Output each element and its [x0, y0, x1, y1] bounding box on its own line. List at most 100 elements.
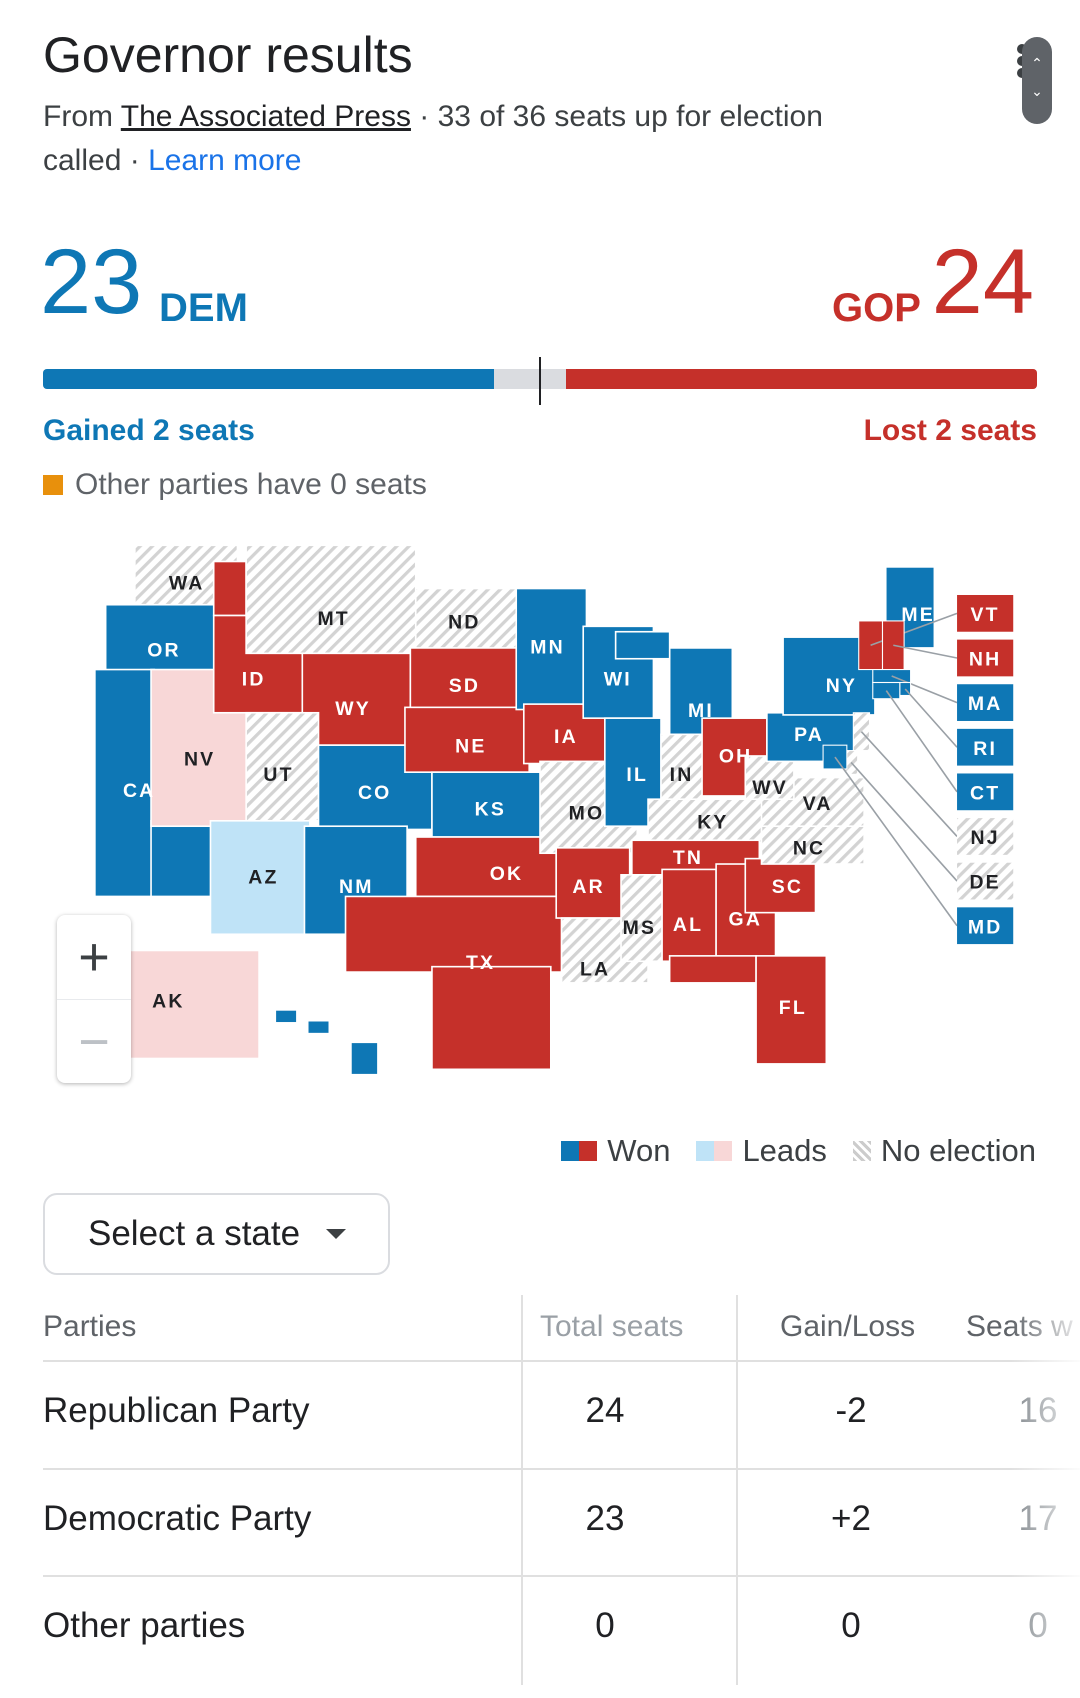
state-label-in: IN: [670, 764, 694, 786]
dem-seat-count: 23: [40, 231, 143, 333]
header-gain-loss[interactable]: Gain/Loss: [780, 1310, 915, 1344]
header-total-seats[interactable]: Total seats: [540, 1310, 683, 1344]
majority-marker: [539, 357, 541, 405]
no-election-swatch: [852, 1141, 871, 1161]
other-swatch: [43, 475, 63, 495]
other-parties-note: Other parties have 0 seats: [43, 468, 427, 502]
dropdown-arrow-icon: [326, 1229, 347, 1239]
won-swatch: [561, 1133, 598, 1169]
state-label-mt: MT: [317, 608, 349, 630]
callout-label-nh: NH: [969, 649, 1001, 671]
chevron-up-icon[interactable]: ⌃: [1022, 55, 1052, 72]
state-label-ak: AK: [152, 991, 184, 1013]
state-tx[interactable]: [344, 895, 563, 973]
callout-line: [860, 731, 958, 838]
state-label-ok: OK: [490, 863, 523, 885]
select-label: Select a state: [88, 1214, 301, 1253]
divider: [43, 1360, 1080, 1362]
party-name: Republican Party: [43, 1391, 310, 1430]
state-mt[interactable]: [245, 544, 417, 655]
state-label-wa: WA: [169, 573, 205, 595]
state-label-ca: CA: [123, 780, 155, 802]
subtitle: From The Associated Press · 33 of 36 sea…: [43, 100, 823, 134]
legend-won: Won: [607, 1133, 671, 1168]
callout-label-ri: RI: [973, 738, 997, 760]
divider: [43, 1468, 1080, 1470]
status-text: · 33 of 36 seats up for election: [419, 100, 823, 133]
map-legend: Won Leads No election: [561, 1133, 1036, 1169]
state-label-tx: TX: [466, 952, 495, 974]
state-label-ny: NY: [826, 675, 857, 697]
divider: [43, 1575, 1080, 1577]
chevron-down-icon[interactable]: ⌄: [1022, 83, 1052, 100]
state-label-wy: WY: [335, 698, 371, 720]
total-seats: 0: [595, 1606, 615, 1645]
state-nh[interactable]: [881, 620, 905, 671]
callout-label-de: DE: [969, 872, 1000, 894]
callout-label-ct: CT: [970, 782, 1000, 804]
state-label-nc: NC: [793, 837, 825, 859]
state-label-nv: NV: [184, 749, 215, 771]
state-label-ut: UT: [263, 764, 293, 786]
state-label-id: ID: [242, 669, 266, 691]
gop-seat-bar: [565, 369, 1037, 389]
gain-loss: -2: [835, 1391, 867, 1430]
map-zoom-control: + −: [57, 915, 131, 1083]
party-name: Democratic Party: [43, 1499, 312, 1538]
state-label-fl: FL: [779, 997, 807, 1019]
dem-label: DEM: [159, 286, 248, 330]
state-label-sd: SD: [449, 675, 480, 697]
state-fl[interactable]: [668, 955, 757, 984]
state-label-pa: PA: [794, 724, 824, 746]
state-ok[interactable]: [414, 836, 558, 898]
state-ak[interactable]: [128, 949, 260, 1060]
state-label-ar: AR: [572, 876, 604, 898]
leads-swatch: [696, 1133, 733, 1169]
scroll-fade: [1010, 1290, 1080, 1698]
total-seats: 23: [585, 1499, 625, 1538]
page-title: Governor results: [43, 27, 413, 83]
state-label-la: LA: [580, 958, 610, 980]
state-label-wi: WI: [604, 669, 632, 691]
gain-loss: 0: [841, 1606, 861, 1645]
total-seats: 24: [585, 1391, 625, 1430]
state-id[interactable]: [212, 560, 247, 617]
state-label-va: VA: [803, 793, 833, 815]
state-label-ia: IA: [554, 726, 578, 748]
zoom-out-button[interactable]: −: [57, 999, 131, 1083]
callout-line: [885, 690, 958, 793]
state-label-ks: KS: [475, 798, 506, 820]
learn-more-link[interactable]: Learn more: [148, 144, 301, 177]
state-select-dropdown[interactable]: Select a state: [43, 1193, 390, 1275]
gop-seat-count: 24: [931, 231, 1034, 333]
state-hi[interactable]: [274, 1009, 298, 1024]
state-label-mn: MN: [530, 636, 565, 658]
state-label-nd: ND: [448, 611, 480, 633]
scroll-navigator[interactable]: ⌃ ⌄: [1022, 37, 1052, 124]
column-divider: [521, 1295, 523, 1685]
subtitle-line2: called · Learn more: [43, 144, 301, 178]
gop-label: GOP: [832, 286, 921, 330]
state-hi[interactable]: [350, 1041, 379, 1076]
dem-change: Gained 2 seats: [43, 414, 255, 447]
callout-label-ma: MA: [968, 693, 1003, 715]
callout-label-vt: VT: [971, 604, 1000, 626]
us-map[interactable]: WA OR CA NV ID MT WY UT AZ CO NM ND SD NE KS OK TX MN IA MO…: [43, 529, 1037, 1091]
gop-change: Lost 2 seats: [863, 414, 1037, 447]
callout-label-nj: NJ: [971, 827, 1000, 849]
state-tx[interactable]: [431, 965, 552, 1071]
state-hi[interactable]: [306, 1019, 331, 1035]
state-label-ne: NE: [455, 736, 486, 758]
column-divider: [736, 1295, 738, 1685]
zoom-in-button[interactable]: +: [57, 915, 131, 999]
legend-no-election: No election: [880, 1133, 1036, 1168]
state-mi[interactable]: [614, 630, 671, 660]
state-label-tn: TN: [673, 847, 703, 869]
state-label-al: AL: [673, 914, 703, 936]
state-label-mo: MO: [569, 803, 605, 825]
state-ca[interactable]: [150, 819, 217, 898]
source-link[interactable]: The Associated Press: [121, 100, 411, 133]
state-label-ms: MS: [623, 917, 656, 939]
party-name: Other parties: [43, 1606, 246, 1645]
dem-seat-bar: [43, 369, 495, 389]
